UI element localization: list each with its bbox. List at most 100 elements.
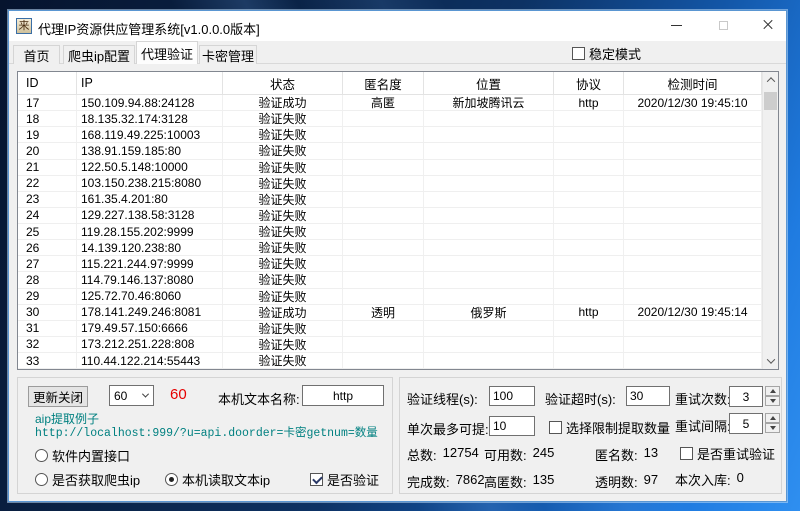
stable-mode-checkbox[interactable]: 稳定模式 <box>572 44 641 63</box>
scroll-up-button[interactable] <box>763 72 778 88</box>
update-close-button[interactable]: 更新关闭 <box>28 386 88 407</box>
table-row[interactable]: 19168.119.49.225:10003验证失败 <box>18 127 762 143</box>
limit-extract-checkbox[interactable]: 选择限制提取数量 <box>549 418 670 437</box>
table-cell <box>424 176 554 192</box>
retry-interval-label: 重试间隔: <box>675 416 731 435</box>
column-header-checktime[interactable]: 检测时间 <box>624 72 762 95</box>
column-header-ip[interactable]: IP <box>77 72 223 95</box>
timeout-input[interactable]: 30 <box>626 386 670 406</box>
local-text-name-input[interactable]: http <box>302 385 384 406</box>
spinner-down-button[interactable] <box>765 423 780 433</box>
close-icon <box>762 19 774 31</box>
maximize-icon <box>719 21 728 30</box>
table-row[interactable]: 31179.49.57.150:6666验证失败 <box>18 321 762 337</box>
table-cell: 验证成功 <box>223 305 343 321</box>
radio-get-crawler-ip[interactable]: 是否获取爬虫ip <box>35 470 140 489</box>
table-cell <box>343 192 424 208</box>
table-cell <box>343 272 424 288</box>
table-row[interactable]: 17150.109.94.88:24128验证成功高匿新加坡腾讯云http202… <box>18 95 762 111</box>
table-row[interactable]: 28114.79.146.137:8080验证失败 <box>18 272 762 288</box>
radio-builtin-label: 软件内置接口 <box>52 446 130 465</box>
table-row[interactable]: 32173.212.251.228:808验证失败 <box>18 337 762 353</box>
table-cell <box>424 240 554 256</box>
retry-interval-input[interactable]: 5 <box>729 413 763 434</box>
table-cell <box>624 337 762 353</box>
triangle-down-icon <box>770 426 776 430</box>
table-row[interactable]: 21122.50.5.148:10000验证失败 <box>18 160 762 176</box>
table-cell: 24 <box>18 208 77 224</box>
column-header-id[interactable]: ID <box>18 72 77 95</box>
table-cell <box>624 160 762 176</box>
table-row[interactable]: 1818.135.32.174:3128验证失败 <box>18 111 762 127</box>
table-cell: 18 <box>18 111 77 127</box>
table-row[interactable]: 30178.141.249.246:8081验证成功透明俄罗斯http2020/… <box>18 305 762 321</box>
thread-label: 验证线程(s): <box>407 389 478 408</box>
radio-builtin-api[interactable]: 软件内置接口 <box>35 446 130 465</box>
table-cell: http <box>554 305 624 321</box>
tab-spider-ip-config[interactable]: 爬虫ip配置 <box>63 45 135 64</box>
max-extract-input[interactable]: 10 <box>489 416 535 436</box>
stat-value: 12754 <box>443 445 479 464</box>
table-cell <box>424 289 554 305</box>
table-cell: 29 <box>18 289 77 305</box>
table-row[interactable]: 23161.35.4.201:80验证失败 <box>18 192 762 208</box>
table-cell: 150.109.94.88:24128 <box>77 95 223 111</box>
stat-label: 本次入库: <box>675 470 731 489</box>
spinner-up-button[interactable] <box>765 386 780 396</box>
thread-input[interactable]: 100 <box>489 386 535 406</box>
verify-checkbox[interactable]: 是否验证 <box>310 470 379 489</box>
vertical-scrollbar[interactable] <box>762 72 778 369</box>
table-row[interactable]: 29125.72.70.46:8060验证失败 <box>18 289 762 305</box>
stat-value: 245 <box>533 445 555 464</box>
stat-total: 总数: 12754 <box>407 445 479 464</box>
column-header-status[interactable]: 状态 <box>223 72 343 95</box>
tab-proxy-verify[interactable]: 代理验证 <box>136 41 198 64</box>
table-cell <box>624 353 762 369</box>
column-header-anonymity[interactable]: 匿名度 <box>343 72 424 95</box>
table-cell: 2020/12/30 19:45:14 <box>624 305 762 321</box>
interval-select[interactable]: 60 <box>109 385 154 406</box>
table-cell <box>554 192 624 208</box>
table-cell <box>554 256 624 272</box>
table-cell: 23 <box>18 192 77 208</box>
table-row[interactable]: 2614.139.120.238:80验证失败 <box>18 240 762 256</box>
triangle-down-icon <box>770 399 776 403</box>
scroll-down-button[interactable] <box>763 353 778 369</box>
radio-local-text-ip[interactable]: 本机读取文本ip <box>165 470 270 489</box>
spinner-up-button[interactable] <box>765 413 780 423</box>
table-cell <box>624 272 762 288</box>
stat-value: 135 <box>533 472 555 491</box>
maximize-button[interactable] <box>701 11 745 39</box>
table-cell <box>624 192 762 208</box>
table-row[interactable]: 20138.91.159.185:80验证失败 <box>18 143 762 159</box>
retry-verify-label: 是否重试验证 <box>697 444 775 463</box>
scrollbar-thumb[interactable] <box>764 92 777 110</box>
radio-icon <box>35 449 48 462</box>
table-cell: 验证失败 <box>223 111 343 127</box>
tab-card-management[interactable]: 卡密管理 <box>199 45 257 64</box>
column-header-location[interactable]: 位置 <box>424 72 554 95</box>
minimize-button[interactable] <box>654 11 698 39</box>
retry-verify-checkbox[interactable]: 是否重试验证 <box>680 444 775 463</box>
table-cell: 129.227.138.58:3128 <box>77 208 223 224</box>
retry-count-input[interactable]: 3 <box>729 386 763 407</box>
table-cell: 25 <box>18 224 77 240</box>
table-cell: 验证失败 <box>223 240 343 256</box>
table-row[interactable]: 33110.44.122.214:55443验证失败 <box>18 353 762 369</box>
spinner-down-button[interactable] <box>765 396 780 406</box>
close-button[interactable] <box>746 11 790 39</box>
table-cell <box>624 208 762 224</box>
radio-crawler-label: 是否获取爬虫ip <box>52 470 140 489</box>
stat-value: 7862 <box>456 472 485 491</box>
table-cell <box>554 321 624 337</box>
table-row[interactable]: 25119.28.155.202:9999验证失败 <box>18 224 762 240</box>
column-header-protocol[interactable]: 协议 <box>554 72 624 95</box>
table-cell <box>343 160 424 176</box>
table-row[interactable]: 24129.227.138.58:3128验证失败 <box>18 208 762 224</box>
tab-home[interactable]: 首页 <box>13 45 60 64</box>
table-cell <box>424 321 554 337</box>
table-row[interactable]: 27115.221.244.97:9999验证失败 <box>18 256 762 272</box>
table-row[interactable]: 22103.150.238.215:8080验证失败 <box>18 176 762 192</box>
table-cell <box>424 192 554 208</box>
stat-label: 可用数: <box>484 445 527 464</box>
